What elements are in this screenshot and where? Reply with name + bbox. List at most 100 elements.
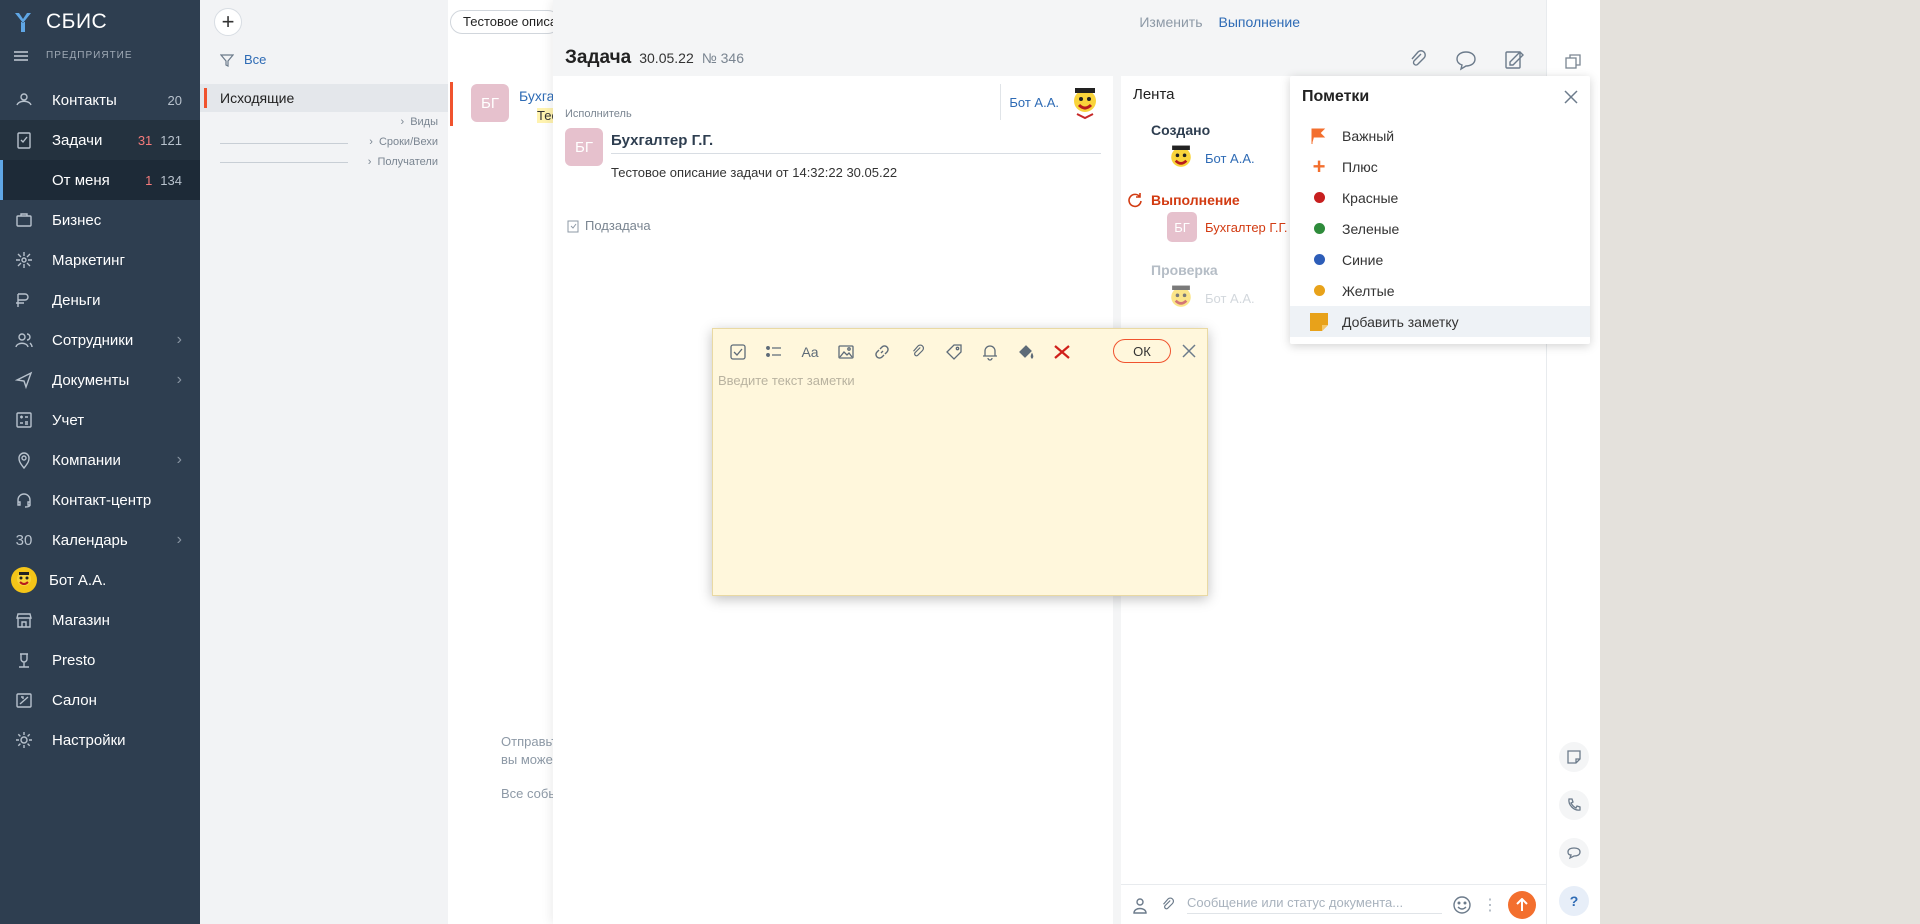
nav-tasks[interactable]: Задачи 31 121 xyxy=(0,120,200,160)
edit-link[interactable]: Изменить xyxy=(1139,14,1202,30)
mark-important[interactable]: Важный xyxy=(1290,120,1590,151)
status-link[interactable]: Выполнение xyxy=(1219,14,1300,30)
nav-count: 20 xyxy=(167,92,182,108)
nav-label: Бизнес xyxy=(52,211,102,229)
note-text-input[interactable]: Введите текст заметки xyxy=(718,373,1202,388)
chevron-right-icon[interactable]: › xyxy=(177,531,182,549)
nav-contact-center[interactable]: Контакт-центр xyxy=(0,480,200,520)
nav-presto[interactable]: Presto xyxy=(0,640,200,680)
feed-user[interactable]: Бот А.А. xyxy=(1165,142,1255,174)
help-button[interactable]: ? xyxy=(1559,886,1589,916)
nav-shop[interactable]: Магазин xyxy=(0,600,200,640)
subtask-button[interactable]: Подзадача xyxy=(567,218,651,233)
nav-label: Магазин xyxy=(52,611,110,629)
delete-icon[interactable] xyxy=(1051,341,1073,363)
task-description[interactable]: Тестовое описание задачи от 14:32:22 30.… xyxy=(611,165,897,180)
nav-settings[interactable]: Настройки xyxy=(0,720,200,760)
gear-icon xyxy=(14,730,34,750)
nav-accounting[interactable]: Учет xyxy=(0,400,200,440)
image-icon[interactable] xyxy=(835,341,857,363)
nav-bot-profile[interactable]: Бот А.А. xyxy=(0,560,200,600)
nav-salon[interactable]: Салон xyxy=(0,680,200,720)
nav-companies[interactable]: Компании › xyxy=(0,440,200,480)
note-icon[interactable] xyxy=(1502,48,1526,80)
add-note-item[interactable]: Добавить заметку xyxy=(1290,306,1590,337)
feed-user[interactable]: БГ Бухгалтер Г.Г. xyxy=(1167,212,1288,242)
paperclip-icon[interactable] xyxy=(1159,896,1177,914)
note-ok-button[interactable]: ОК xyxy=(1113,339,1171,363)
nav-label: Контакты xyxy=(52,91,117,109)
sticky-note-button[interactable] xyxy=(1559,742,1589,772)
menu-icon[interactable] xyxy=(14,50,28,61)
link-icon[interactable] xyxy=(871,341,893,363)
nav-label: Учет xyxy=(52,411,85,429)
employees-icon xyxy=(14,330,34,350)
nav-documents[interactable]: Документы › xyxy=(0,360,200,400)
mark-yellow[interactable]: Желтые xyxy=(1290,275,1590,306)
avatar: БГ xyxy=(471,84,509,122)
chevron-right-icon[interactable]: › xyxy=(177,451,182,469)
chevron-right-icon[interactable]: › xyxy=(177,331,182,349)
bell-icon[interactable] xyxy=(979,341,1001,363)
search-input[interactable]: Тестовое описа xyxy=(450,10,560,34)
nav-money[interactable]: Деньги xyxy=(0,280,200,320)
close-icon[interactable] xyxy=(1181,343,1197,359)
chevron-right-icon[interactable]: › xyxy=(177,371,182,389)
font-icon[interactable]: Aa xyxy=(799,341,821,363)
task-author[interactable]: Бот А.А. xyxy=(1000,84,1103,120)
group-types[interactable]: › Виды xyxy=(401,116,438,128)
nav-contacts[interactable]: Контакты 20 xyxy=(0,80,200,120)
card-number[interactable]: № 346 xyxy=(702,50,744,66)
main-nav: Контакты 20 Задачи 31 121 От меня 1 134 Би… xyxy=(0,80,200,760)
nav-marketing[interactable]: Маркетинг xyxy=(0,240,200,280)
paperclip-icon[interactable] xyxy=(1406,48,1430,72)
nav-count: 31 121 xyxy=(137,132,182,148)
checkbox-icon[interactable] xyxy=(727,341,749,363)
accounting-icon xyxy=(14,410,34,430)
business-icon xyxy=(14,210,34,230)
nav-employees[interactable]: Сотрудники › xyxy=(0,320,200,360)
hint-text: Отправьт xyxy=(501,734,558,749)
task-row[interactable]: БГ Бухга Тес xyxy=(450,82,558,126)
mark-green[interactable]: Зеленые xyxy=(1290,213,1590,244)
paperclip-icon[interactable] xyxy=(907,341,929,363)
feed-user[interactable]: Бот А.А. xyxy=(1165,282,1255,314)
nav-from-me[interactable]: От меня 1 134 xyxy=(0,160,200,200)
executor-name[interactable]: Бухгалтер Г.Г. xyxy=(611,132,1101,154)
mark-red[interactable]: Красные xyxy=(1290,182,1590,213)
brand[interactable]: СБИС xyxy=(14,10,107,34)
add-task-button[interactable]: + xyxy=(214,8,242,36)
fill-color-icon[interactable] xyxy=(1015,341,1037,363)
phone-button[interactable] xyxy=(1559,790,1589,820)
marks-popup: Пометки Важный + Плюс Красные Зеленые Си… xyxy=(1290,76,1590,344)
tasks-icon xyxy=(14,130,34,150)
group-recipients[interactable]: › Получатели xyxy=(368,156,438,168)
chat-icon[interactable] xyxy=(1454,48,1478,72)
mark-blue[interactable]: Синие xyxy=(1290,244,1590,275)
company-switcher[interactable]: ПРЕДПРИЯТИЕ xyxy=(14,50,133,61)
card-tools xyxy=(1406,48,1526,80)
nav-label: Документы xyxy=(52,371,130,389)
message-input[interactable]: Сообщение или статус документа... xyxy=(1187,895,1442,914)
emoji-icon[interactable] xyxy=(1452,895,1472,915)
group-deadlines[interactable]: › Сроки/Вехи xyxy=(369,136,438,148)
mark-plus[interactable]: + Плюс xyxy=(1290,151,1590,182)
nav-calendar[interactable]: 30 Календарь › xyxy=(0,520,200,560)
filter[interactable]: Все xyxy=(220,52,266,67)
list-icon[interactable] xyxy=(763,341,785,363)
more-icon[interactable]: ⋮ xyxy=(1482,895,1498,915)
person-icon[interactable] xyxy=(1131,896,1149,914)
nav-business[interactable]: Бизнес xyxy=(0,200,200,240)
executor-label: Исполнитель xyxy=(565,108,632,120)
card-date[interactable]: 30.05.22 xyxy=(639,50,694,66)
close-icon[interactable] xyxy=(1562,88,1580,106)
window-icon[interactable] xyxy=(1563,52,1583,72)
executor-row[interactable]: БГ Бухгалтер Г.Г. xyxy=(565,128,1105,166)
hint-text: вы може xyxy=(501,752,553,767)
chat-button[interactable] xyxy=(1559,838,1589,868)
tag-icon[interactable] xyxy=(943,341,965,363)
send-button[interactable] xyxy=(1508,890,1536,919)
nav-label: Бот А.А. xyxy=(49,571,107,589)
presto-icon xyxy=(14,650,34,670)
folder-outgoing[interactable]: Исходящие xyxy=(200,84,448,112)
